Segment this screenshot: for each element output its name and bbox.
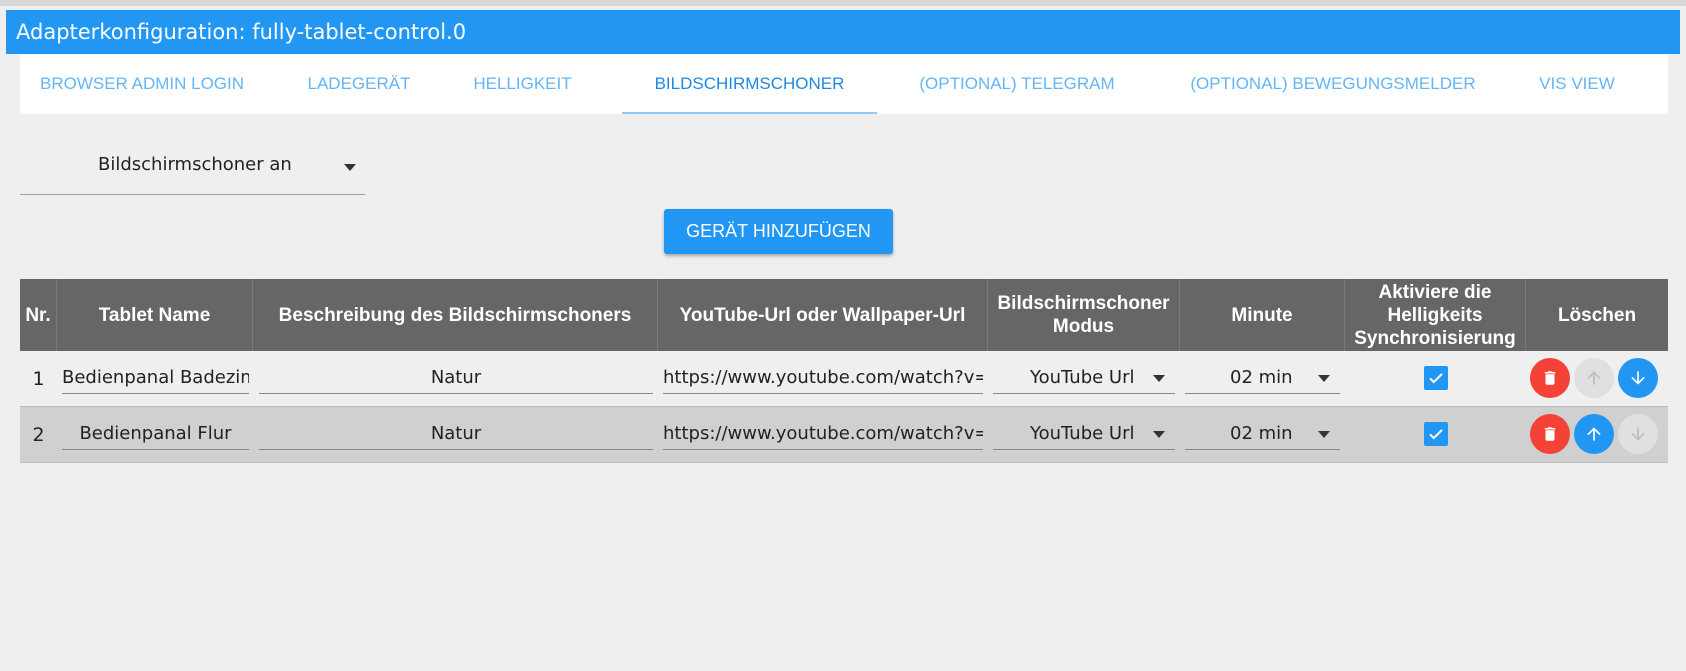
header-mode: Bildschirmschoner Modus — [988, 279, 1180, 351]
screensaver-select-value: Bildschirmschoner an — [98, 154, 292, 175]
top-border — [0, 0, 1686, 6]
mode-select[interactable]: YouTube Url — [993, 363, 1175, 394]
caret-down-icon — [1153, 375, 1165, 382]
tablet-name-input[interactable]: Bedienpanal Flur — [62, 419, 249, 450]
arrow-up-icon — [1587, 371, 1601, 385]
table-row: 1 Bedienpanal Badezim Natur https://www.… — [20, 351, 1668, 407]
caret-down-icon — [344, 164, 356, 171]
header-url: YouTube-Url oder Wallpaper-Url — [658, 279, 988, 351]
delete-button[interactable] — [1530, 358, 1570, 398]
delete-button[interactable] — [1530, 414, 1570, 454]
add-device-button[interactable]: GERÄT HINZUFÜGEN — [664, 209, 893, 254]
caret-down-icon — [1318, 431, 1330, 438]
move-down-button[interactable] — [1618, 414, 1658, 454]
url-input[interactable]: https://www.youtube.com/watch?v= — [663, 363, 983, 394]
tab-bar: BROWSER ADMIN LOGIN LADEGERÄT HELLIGKEIT… — [20, 54, 1668, 114]
window-title: Adapterkonfiguration: fully-tablet-contr… — [6, 10, 1680, 54]
tab-bildschirmschoner[interactable]: BILDSCHIRMSCHONER — [622, 54, 877, 114]
url-input[interactable]: https://www.youtube.com/watch?v= — [663, 419, 983, 450]
mode-select-value: YouTube Url — [1030, 423, 1135, 444]
sync-checkbox[interactable] — [1424, 422, 1448, 446]
header-mode-line2: Modus — [1052, 316, 1115, 337]
move-down-button[interactable] — [1618, 358, 1658, 398]
table-header: Nr. Tablet Name Beschreibung des Bildsch… — [20, 279, 1668, 351]
header-nr: Nr. — [20, 279, 57, 351]
minute-select-value: 02 min — [1230, 423, 1293, 444]
caret-down-icon — [1153, 431, 1165, 438]
header-sync: Aktiviere die Helligkeits Synchronisieru… — [1345, 279, 1526, 351]
header-sync-line2: Helligkeits — [1387, 304, 1483, 326]
header-tablet-name: Tablet Name — [57, 279, 253, 351]
header-description: Beschreibung des Bildschirmschoners — [253, 279, 658, 351]
description-input[interactable]: Natur — [259, 419, 653, 450]
header-mode-line1: Bildschirmschoner — [997, 293, 1170, 314]
screensaver-select[interactable]: Bildschirmschoner an — [20, 144, 365, 195]
tab-helligkeit[interactable]: HELLIGKEIT — [465, 54, 580, 114]
trash-icon — [1544, 427, 1556, 441]
move-up-button[interactable] — [1574, 358, 1614, 398]
tab-ladegeraet[interactable]: LADEGERÄT — [298, 54, 420, 114]
tab-optional-telegram[interactable]: (OPTIONAL) TELEGRAM — [909, 54, 1125, 114]
move-up-button[interactable] — [1574, 414, 1614, 454]
tablet-name-input[interactable]: Bedienpanal Badezim — [62, 363, 249, 394]
row-nr: 1 — [32, 368, 45, 390]
trash-icon — [1544, 371, 1556, 385]
tab-vis-view[interactable]: VIS VIEW — [1530, 54, 1624, 114]
arrow-up-icon — [1587, 427, 1601, 441]
mode-select-value: YouTube Url — [1030, 367, 1135, 388]
tab-browser-admin-login[interactable]: BROWSER ADMIN LOGIN — [32, 54, 252, 114]
check-icon — [1429, 373, 1443, 384]
header-sync-line1: Aktiviere die — [1378, 281, 1492, 303]
arrow-down-icon — [1631, 427, 1645, 441]
header-delete: Löschen — [1557, 304, 1637, 326]
row-nr: 2 — [32, 424, 45, 446]
caret-down-icon — [1318, 375, 1330, 382]
header-sync-line3: Synchronisierung — [1354, 327, 1516, 349]
arrow-down-icon — [1631, 371, 1645, 385]
minute-select[interactable]: 02 min — [1185, 363, 1340, 394]
sync-checkbox[interactable] — [1424, 366, 1448, 390]
minute-select[interactable]: 02 min — [1185, 419, 1340, 450]
table-row: 2 Bedienpanal Flur Natur https://www.you… — [20, 407, 1668, 463]
minute-select-value: 02 min — [1230, 367, 1293, 388]
devices-table: Nr. Tablet Name Beschreibung des Bildsch… — [20, 279, 1668, 463]
description-input[interactable]: Natur — [259, 363, 653, 394]
mode-select[interactable]: YouTube Url — [993, 419, 1175, 450]
header-minute: Minute — [1180, 279, 1345, 351]
check-icon — [1429, 429, 1443, 440]
tab-optional-bewegungsmelder[interactable]: (OPTIONAL) BEWEGUNGSMELDER — [1173, 54, 1493, 114]
